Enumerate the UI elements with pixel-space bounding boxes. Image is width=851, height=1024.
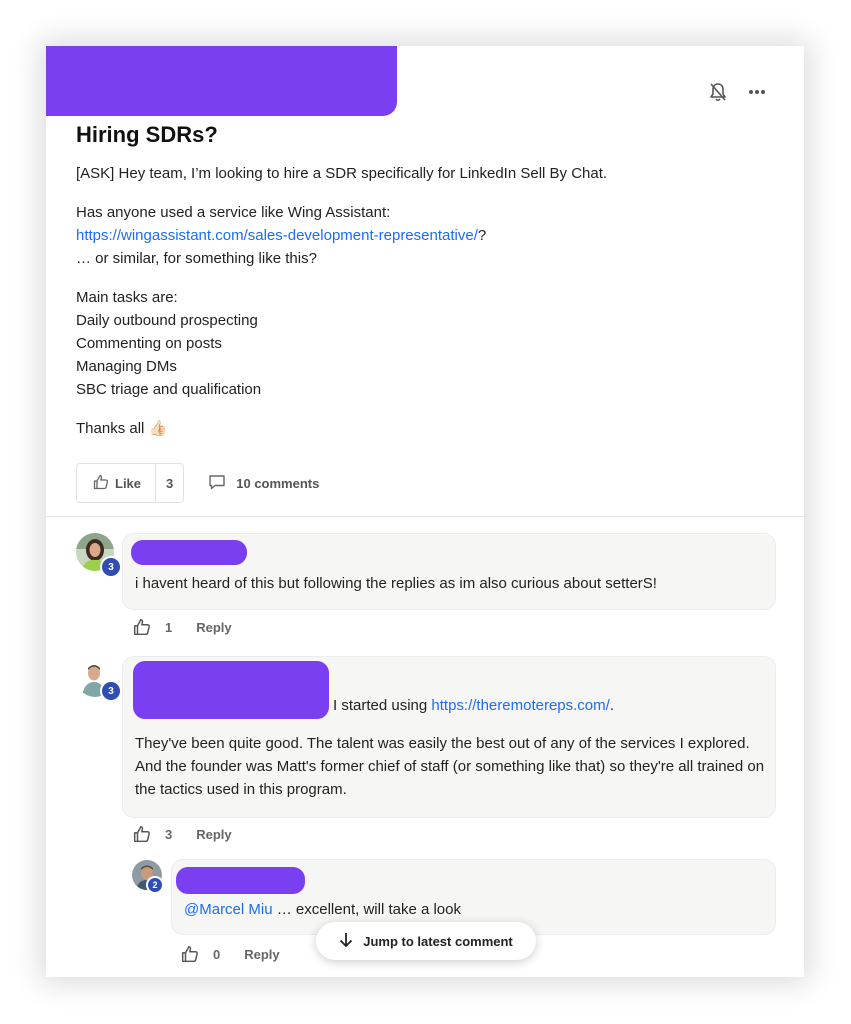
- comment-text: @Marcel Miu … excellent, will take a loo…: [184, 898, 764, 921]
- divider: [46, 516, 804, 517]
- post-body: [ASK] Hey team, I’m looking to hire a SD…: [76, 162, 776, 456]
- post-actions: Like 3 10 comments: [76, 463, 319, 503]
- remote-reps-link[interactable]: https://theremotereps.com/: [431, 697, 609, 714]
- comments-button[interactable]: 10 comments: [208, 474, 319, 493]
- like-count[interactable]: 3: [155, 464, 183, 502]
- reply-button[interactable]: Reply: [196, 620, 231, 635]
- comment-actions: 1 Reply: [133, 618, 232, 636]
- jump-label: Jump to latest comment: [363, 933, 513, 949]
- comment-text: They've been quite good. The talent was …: [135, 735, 765, 798]
- post-card: Hiring SDRs? [ASK] Hey team, I’m looking…: [46, 46, 804, 977]
- avatar[interactable]: 3: [76, 533, 122, 578]
- commenter-name-redaction: [176, 867, 305, 894]
- arrow-down-icon: [339, 932, 353, 951]
- post-paragraph: [ASK] Hey team, I’m looking to hire a SD…: [76, 165, 608, 182]
- post-line: … or similar, for something like this?: [76, 250, 317, 267]
- post-line: Has anyone used a service like Wing Assi…: [76, 204, 391, 221]
- reply-button[interactable]: Reply: [196, 827, 231, 842]
- like-control: Like 3: [76, 463, 185, 503]
- comment-text: i havent heard of this but following the…: [135, 575, 657, 592]
- commenter-name-redaction: [133, 661, 329, 719]
- thumbs-up-icon[interactable]: [133, 825, 151, 843]
- avatar[interactable]: 3: [76, 659, 122, 702]
- author-redaction: [46, 46, 397, 116]
- task-item: Managing DMs: [76, 358, 177, 375]
- comment-intro-text: I started using: [333, 697, 432, 714]
- link-suffix: .: [609, 697, 614, 714]
- reply-button[interactable]: Reply: [244, 947, 279, 962]
- mention-link[interactable]: @Marcel Miu: [184, 901, 273, 918]
- comment-text-body: … excellent, will take a look: [272, 901, 461, 918]
- task-item: SBC triage and qualification: [76, 381, 262, 398]
- wing-assistant-link[interactable]: https://wingassistant.com/sales-developm…: [76, 227, 478, 244]
- level-badge: 2: [146, 876, 164, 894]
- like-button[interactable]: Like: [77, 464, 155, 502]
- task-item: Commenting on posts: [76, 335, 222, 352]
- comment-actions: 0 Reply: [181, 945, 280, 963]
- thumbs-up-icon: [93, 474, 109, 493]
- commenter-name-redaction: [131, 540, 247, 565]
- more-horizontal-icon[interactable]: [744, 80, 770, 104]
- link-suffix: ?: [477, 227, 487, 244]
- level-badge: 3: [100, 556, 122, 578]
- avatar[interactable]: 2: [132, 860, 164, 894]
- task-item: Daily outbound prospecting: [76, 312, 258, 329]
- post-paragraph: Has anyone used a service like Wing Assi…: [76, 201, 776, 270]
- comment-bubble: I started using https://theremotereps.co…: [122, 656, 776, 818]
- comments-label: 10 comments: [236, 475, 320, 491]
- thumbs-up-icon[interactable]: [181, 945, 199, 963]
- like-label: Like: [115, 475, 142, 491]
- level-badge: 3: [100, 680, 122, 702]
- thanks-text: Thanks all: [76, 420, 145, 437]
- comment-like-count: 0: [213, 946, 221, 962]
- comment-actions: 3 Reply: [133, 825, 232, 843]
- thanks-line: Thanks all 👍🏻: [76, 417, 776, 440]
- tasks-list: Main tasks are: Daily outbound prospecti…: [76, 286, 776, 401]
- comment-like-count: 1: [165, 619, 173, 635]
- comment-icon: [208, 474, 226, 493]
- bell-off-icon[interactable]: [706, 80, 730, 104]
- comment-bubble: i havent heard of this but following the…: [122, 533, 776, 610]
- post-title: Hiring SDRs?: [76, 122, 218, 147]
- jump-to-latest-button[interactable]: Jump to latest comment: [316, 922, 536, 960]
- thumbs-up-emoji: 👍🏻: [148, 420, 168, 437]
- comment-intro: I started using https://theremotereps.co…: [333, 694, 614, 717]
- comment-like-count: 3: [165, 826, 173, 842]
- tasks-heading: Main tasks are:: [76, 289, 178, 306]
- thumbs-up-icon[interactable]: [133, 618, 151, 636]
